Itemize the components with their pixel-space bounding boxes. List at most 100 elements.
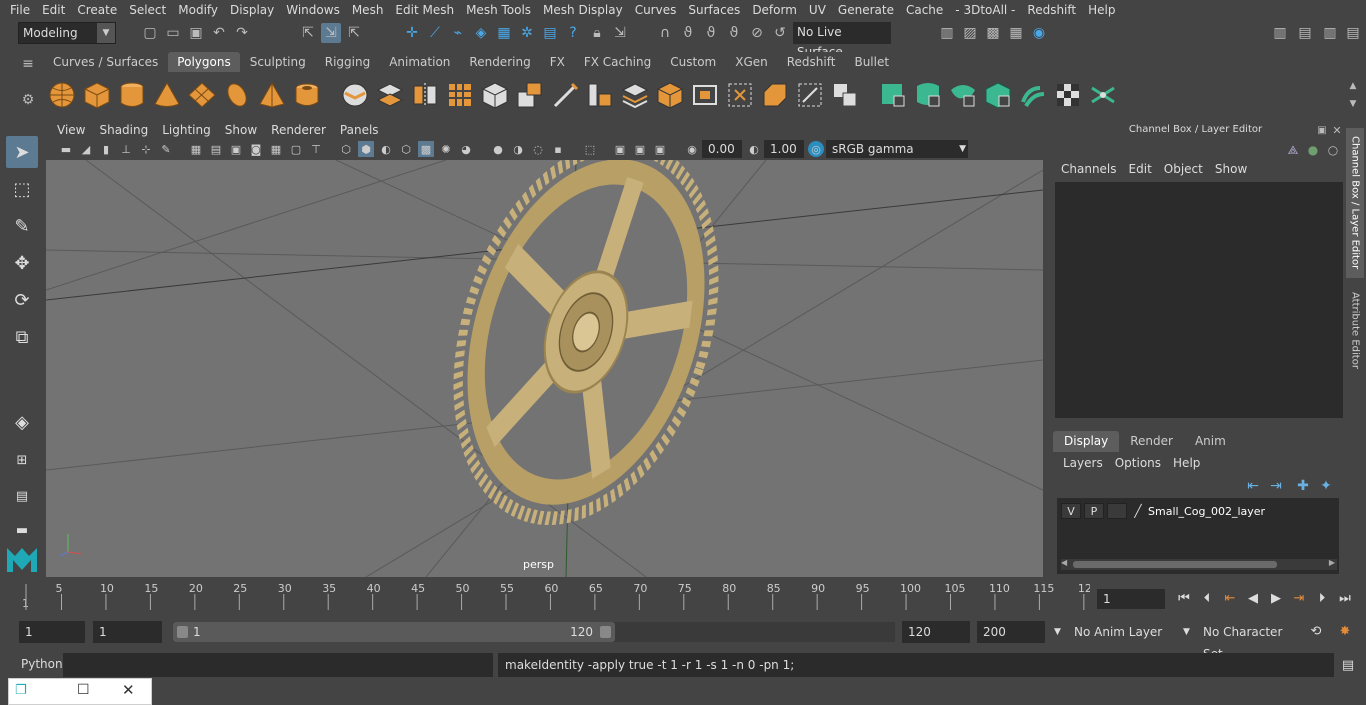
wireframe-icon[interactable]: ⬡ [338,141,354,157]
gate-mask-icon[interactable]: ◙ [248,141,264,157]
playback-end-field[interactable]: 120 [902,621,970,643]
menu-redshift[interactable]: Redshift [1021,3,1082,17]
layers-menu[interactable]: Layers [1057,456,1109,470]
step-forward-key-icon[interactable]: ⇥ [1289,588,1309,608]
tab-curves-surfaces[interactable]: Curves / Surfaces [44,52,168,72]
anim-layer-dropdown[interactable]: No Anim Layer [1068,621,1178,643]
viewport-menu-lighting[interactable]: Lighting [155,123,218,137]
screen-space-ao-icon[interactable]: ● [490,141,506,157]
tab-display[interactable]: Display [1053,431,1120,452]
grease-pencil-icon[interactable]: ✎ [158,141,174,157]
render-view-icon[interactable]: ▦ [1006,23,1026,43]
poly-cone-icon[interactable] [152,80,182,110]
safe-action-icon[interactable]: ▢ [288,141,304,157]
shelf-menu-icon[interactable]: ≡ [18,54,38,74]
film-gate-icon[interactable]: ▤ [208,141,224,157]
animation-start-field[interactable]: 1 [19,621,85,643]
color-space-dropdown[interactable]: sRGB gamma ▼ [826,140,968,158]
scroll-right-icon[interactable]: ▶ [1329,558,1335,567]
step-forward-icon[interactable]: ⏵ [1312,588,1332,608]
play-backwards-icon[interactable]: ◀ [1243,588,1263,608]
menu-display[interactable]: Display [224,3,280,17]
shadows-icon[interactable]: ◕ [458,141,474,157]
edit-menu[interactable]: Edit [1123,162,1158,176]
select-component-icon[interactable]: ⇱ [344,23,364,43]
menu-mesh[interactable]: Mesh [346,3,390,17]
uv-cylindrical-icon[interactable] [913,80,943,110]
shelf-scroll-down-icon[interactable]: ▼ [1343,94,1363,114]
new-scene-icon[interactable]: ▢ [140,23,160,43]
snap-view-plane-icon[interactable]: ◈ [471,23,491,43]
uv-automatic-icon[interactable] [983,80,1013,110]
viewport-menu-renderer[interactable]: Renderer [264,123,333,137]
new-layer-icon[interactable]: ✚ [1293,476,1313,496]
exposure-icon[interactable]: ◉ [684,141,700,157]
object-menu[interactable]: Object [1158,162,1209,176]
construction-history-icon[interactable]: ▤ [540,23,560,43]
preferences-icon[interactable]: ✸ [1335,621,1355,641]
poly-plane-icon[interactable] [187,80,217,110]
move-layer-up-icon[interactable]: ⇤ [1243,476,1263,496]
menu-modify[interactable]: Modify [172,3,224,17]
gamma-icon[interactable]: ◐ [746,141,762,157]
layer-row[interactable]: V P ╱ Small_Cog_002_layer [1061,502,1265,520]
smooth-icon[interactable] [445,80,475,110]
tab-polygons[interactable]: Polygons [168,52,240,72]
safe-title-icon[interactable]: ⊤ [308,141,324,157]
channel-list[interactable] [1055,182,1343,418]
close-icon[interactable]: ✕ [122,681,135,699]
tab-rigging[interactable]: Rigging [315,52,380,72]
bridge-icon[interactable] [585,80,615,110]
bookmark-icon[interactable]: ▮ [98,141,114,157]
isolate-select-icon[interactable]: ⬚ [582,141,598,157]
xray-components-icon[interactable]: ▣ [652,141,668,157]
menu-edit-mesh[interactable]: Edit Mesh [389,3,460,17]
exposure-field[interactable]: 0.00 [702,140,742,158]
channels-menu[interactable]: Channels [1055,162,1123,176]
tab-render[interactable]: Render [1119,431,1184,452]
select-hierarchy-icon[interactable]: ⇱ [298,23,318,43]
grid-icon[interactable]: ▦ [188,141,204,157]
menu-generate[interactable]: Generate [832,3,900,17]
cog-model[interactable] [413,160,758,551]
go-to-end-icon[interactable]: ⏭ [1335,588,1355,608]
script-language-label[interactable]: Python [21,657,63,671]
layer-color-icon[interactable]: ╱ [1130,503,1146,519]
bevel-icon[interactable] [760,80,790,110]
menu-uv[interactable]: UV [803,3,832,17]
hyper-icon[interactable]: ○ [1323,140,1343,160]
layer-scrollbar[interactable]: ◀ ▶ [1061,558,1337,570]
uv-planar-icon[interactable] [878,80,908,110]
move-layer-down-icon[interactable]: ⇥ [1266,476,1286,496]
bevel-cube-icon[interactable] [480,80,510,110]
manipulator-icon[interactable]: ⟁ [1283,140,1303,160]
camera-attributes-icon[interactable]: ◢ [78,141,94,157]
field-chart-icon[interactable]: ▦ [268,141,284,157]
wireframe-on-shaded-icon[interactable]: ⬡ [398,141,414,157]
motion-blur-icon[interactable]: ◑ [510,141,526,157]
multi-cut-icon[interactable] [550,80,580,110]
layer-type-toggle[interactable] [1107,503,1127,519]
layer-scrollbar-thumb[interactable] [1073,561,1277,568]
tab-fx-caching[interactable]: FX Caching [574,52,661,72]
soft-select-icon[interactable]: ϑ [724,23,744,43]
menu-create[interactable]: Create [71,3,123,17]
script-editor-icon[interactable]: ▤ [1338,655,1358,675]
range-slider-bar[interactable]: 1 120 [173,622,615,642]
gamma-field[interactable]: 1.00 [764,140,804,158]
poly-pyramid-icon[interactable] [257,80,287,110]
viewport-menu-view[interactable]: View [50,123,92,137]
snap-grid-icon[interactable]: ✛ [402,23,422,43]
use-all-lights-icon[interactable]: ✺ [438,141,454,157]
fill-hole-icon[interactable] [690,80,720,110]
menu-curves[interactable]: Curves [629,3,683,17]
menu-cache[interactable]: Cache [900,3,949,17]
layer-visibility-toggle[interactable]: V [1061,503,1081,519]
smooth-shade-icon[interactable]: ⬢ [358,141,374,157]
tab-redshift[interactable]: Redshift [777,52,845,72]
paint-select-tool-icon[interactable]: ✎ [6,210,38,242]
perspective-viewport[interactable]: persp [46,160,1043,577]
reflection-icon[interactable]: ↺ [770,23,790,43]
combine-icon[interactable] [340,80,370,110]
poly-cube-icon[interactable] [82,80,112,110]
